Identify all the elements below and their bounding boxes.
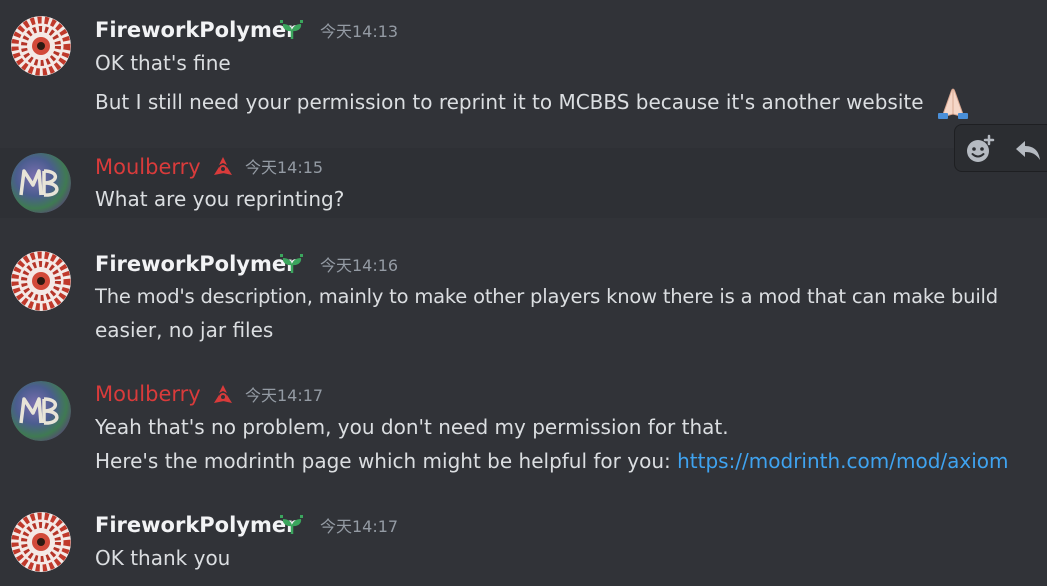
username[interactable]: FireworkPolymer [95,513,296,537]
avatar[interactable] [11,16,71,76]
triskelion-badge-icon[interactable] [209,383,237,407]
username[interactable]: Moulberry [95,382,201,406]
message-text: OK thank you [95,546,231,570]
message-text: Here's the modrinth page which might be … [95,449,1009,473]
message-text: But I still need your permission to repr… [95,90,924,114]
username[interactable]: Moulberry [95,155,201,179]
avatar[interactable] [11,251,71,311]
modrinth-link[interactable]: https://modrinth.com/mod/axiom [677,449,1008,473]
timestamp[interactable]: 今天14:17 [245,386,323,406]
triskelion-badge-icon[interactable] [209,155,237,179]
sprout-badge-icon[interactable] [278,252,306,276]
add-reaction-button[interactable] [963,133,997,165]
avatar[interactable] [11,381,71,441]
timestamp[interactable]: 今天14:13 [320,22,398,42]
sprout-badge-icon[interactable] [278,18,306,42]
chat-messages: FireworkPolymer 今天14:13 OK that's fine B… [0,0,1047,586]
username[interactable]: FireworkPolymer [95,18,296,42]
message-text-prefix: Here's the modrinth page which might be … [95,449,678,473]
timestamp[interactable]: 今天14:16 [320,256,398,276]
timestamp[interactable]: 今天14:17 [320,517,398,537]
message-text: Yeah that's no problem, you don't need m… [95,415,729,439]
message-text: easier, no jar files [95,318,274,342]
add-reaction-icon [967,134,995,162]
message-action-toolbar [954,124,1047,172]
reply-icon [1016,141,1040,160]
timestamp[interactable]: 今天14:15 [245,158,323,178]
username[interactable]: FireworkPolymer [95,252,296,276]
message-text: What are you reprinting? [95,187,345,211]
message-text: OK that's fine [95,51,231,75]
reply-button[interactable] [1011,133,1045,165]
avatar[interactable] [11,512,71,572]
sprout-badge-icon[interactable] [278,513,306,537]
folded-hands-emoji-icon[interactable] [934,82,972,120]
avatar[interactable] [11,153,71,213]
message-text: The mod's description, mainly to make ot… [95,285,998,308]
